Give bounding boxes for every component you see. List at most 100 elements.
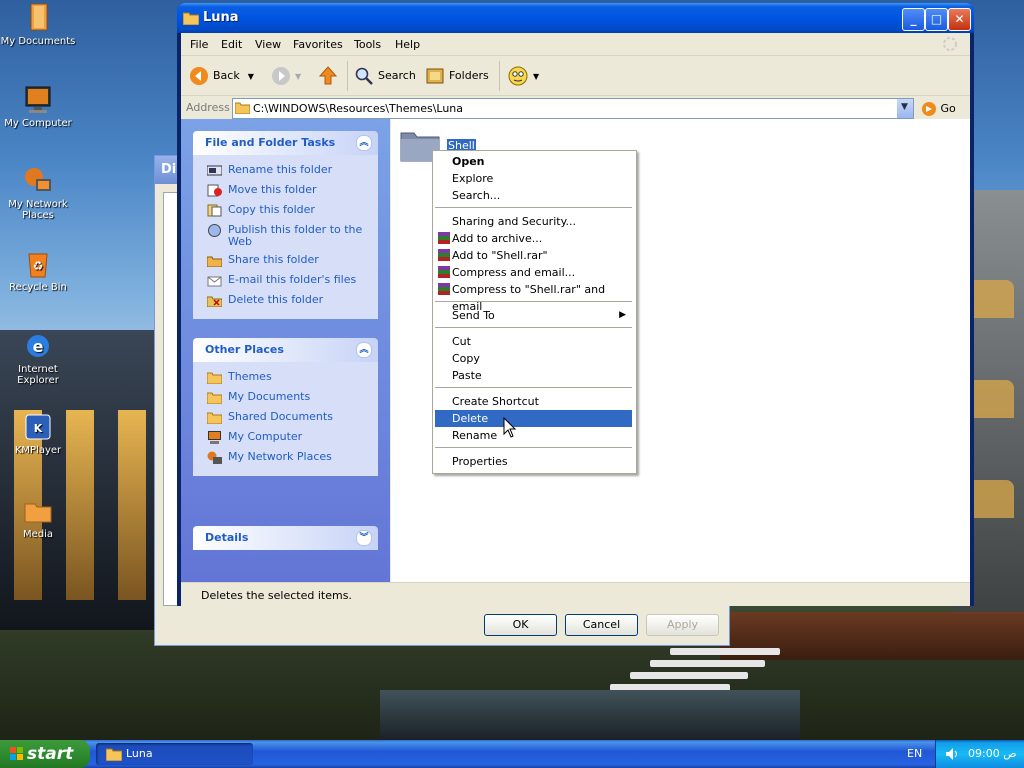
start-button[interactable]: start (0, 740, 90, 768)
panel-header[interactable]: Details ︾ (193, 526, 378, 550)
menu-tools[interactable]: Tools (354, 38, 381, 51)
place-shared-documents[interactable]: Shared Documents (193, 408, 378, 428)
back-button[interactable]: Back ▼ (189, 65, 254, 87)
desktop-icon-label: My Computer (4, 118, 72, 129)
menu-item-properties[interactable]: Properties (435, 453, 632, 470)
menu-item-rename[interactable]: Rename (435, 427, 632, 444)
network-places-icon (25, 168, 51, 191)
address-input[interactable]: C:\WINDOWS\Resources\Themes\Luna ▼ (232, 98, 914, 119)
address-dropdown[interactable]: ▼ (897, 99, 913, 118)
menu-item-add-to-archive[interactable]: Add to archive... (435, 230, 632, 247)
views-button[interactable]: ▼ (507, 65, 539, 87)
menu-help[interactable]: Help (395, 38, 420, 51)
address-value: C:\WINDOWS\Resources\Themes\Luna (253, 102, 464, 115)
desktop-icon-recycle-bin[interactable]: ♻ Recycle Bin (0, 248, 76, 293)
title-bar[interactable]: Luna _ □ ✕ (177, 3, 974, 33)
minimize-button[interactable]: _ (902, 8, 925, 31)
ok-button[interactable]: OK (484, 614, 557, 636)
pool (380, 690, 800, 740)
menu-item-create-shortcut[interactable]: Create Shortcut (435, 393, 632, 410)
panel-header[interactable]: Other Places ︽ (193, 338, 378, 362)
cancel-button[interactable]: Cancel (565, 614, 638, 636)
task-copy-folder[interactable]: Copy this folder (193, 201, 378, 221)
task-share-folder[interactable]: Share this folder (193, 251, 378, 271)
menu-favorites[interactable]: Favorites (293, 38, 343, 51)
menu-item-search[interactable]: Search... (435, 187, 632, 204)
menu-view[interactable]: View (255, 38, 281, 51)
chevron-down-icon[interactable]: ▼ (295, 72, 301, 81)
close-button[interactable]: ✕ (948, 8, 971, 31)
winrar-icon (438, 249, 450, 261)
go-button[interactable]: Go (921, 101, 956, 117)
network-places-icon (207, 451, 222, 464)
menu-item-compress-shell-rar-email[interactable]: Compress to "Shell.rar" and email (435, 281, 632, 313)
place-label: My Documents (228, 390, 311, 403)
recycle-bin-icon: ♻ (28, 253, 48, 278)
desktop-icon-network-places[interactable]: My Network Places (0, 165, 76, 221)
search-button[interactable]: Search (354, 65, 416, 87)
menu-item-sharing-security[interactable]: Sharing and Security... (435, 213, 632, 230)
task-publish-folder[interactable]: Publish this folder to the Web (193, 221, 378, 251)
folder-icon (207, 372, 222, 384)
menu-item-cut[interactable]: Cut (435, 333, 632, 350)
task-rename-folder[interactable]: Rename this folder (193, 161, 378, 181)
language-indicator[interactable]: EN (907, 747, 922, 760)
expand-icon[interactable]: ︾ (356, 530, 372, 546)
folders-button[interactable]: Folders (425, 65, 489, 87)
desktop-icon-kmplayer[interactable]: K KMPlayer (0, 411, 76, 456)
menu-item-add-to-shell-rar[interactable]: Add to "Shell.rar" (435, 247, 632, 264)
address-bar: Address C:\WINDOWS\Resources\Themes\Luna… (181, 96, 970, 120)
up-folder-icon (318, 66, 338, 85)
menu-item-delete[interactable]: Delete (435, 410, 632, 427)
windows-logo-icon (943, 37, 957, 51)
ie-icon: e (27, 335, 49, 357)
rename-icon (207, 165, 222, 176)
apply-button[interactable]: Apply (646, 614, 719, 636)
place-my-computer[interactable]: My Computer (193, 428, 378, 448)
place-network-places[interactable]: My Network Places (193, 448, 378, 468)
menu-file[interactable]: File (190, 38, 208, 51)
menu-item-send-to[interactable]: Send To ▶ (435, 307, 632, 324)
menu-bar: File Edit View Favorites Tools Help (181, 33, 970, 56)
status-bar: Deletes the selected items. (181, 582, 970, 606)
place-themes[interactable]: Themes (193, 368, 378, 388)
panel-header[interactable]: File and Folder Tasks ︽ (193, 131, 378, 155)
winrar-icon (438, 232, 450, 244)
clock[interactable]: 09:00 ص (968, 747, 1017, 760)
back-label: Back (213, 69, 240, 82)
menu-edit[interactable]: Edit (221, 38, 242, 51)
place-my-documents[interactable]: My Documents (193, 388, 378, 408)
menu-item-explore[interactable]: Explore (435, 170, 632, 187)
menu-item-compress-email[interactable]: Compress and email... (435, 264, 632, 281)
desktop-icon-media[interactable]: Media (0, 495, 76, 540)
menu-item-paste[interactable]: Paste (435, 367, 632, 384)
menu-item-copy[interactable]: Copy (435, 350, 632, 367)
maximize-button[interactable]: □ (925, 8, 948, 31)
desktop-icon-my-documents[interactable]: My Documents (0, 2, 76, 47)
task-label: Delete this folder (228, 293, 324, 306)
my-documents-icon (30, 3, 48, 31)
taskbar: start Luna EN 09:00 ص (0, 740, 1024, 768)
up-button[interactable] (317, 65, 343, 87)
menu-item-open[interactable]: Open (435, 153, 632, 170)
forward-button[interactable]: ▼ (271, 65, 301, 87)
task-move-folder[interactable]: Move this folder (193, 181, 378, 201)
task-label: Copy this folder (228, 203, 315, 216)
collapse-icon[interactable]: ︽ (356, 135, 372, 151)
chevron-down-icon[interactable]: ▼ (248, 72, 254, 81)
desktop-icon-internet-explorer[interactable]: e Internet Explorer (0, 330, 76, 386)
task-email-files[interactable]: E-mail this folder's files (193, 271, 378, 291)
taskbar-item-luna[interactable]: Luna (96, 743, 253, 765)
desktop-icon-my-computer[interactable]: My Computer (0, 84, 76, 129)
address-label: Address (186, 101, 230, 114)
email-icon (207, 276, 222, 287)
place-label: Themes (228, 370, 272, 383)
details-panel: Details ︾ (193, 526, 378, 550)
task-label: Move this folder (228, 183, 317, 196)
other-places-panel: Other Places ︽ Themes My Documents Shared… (193, 338, 378, 476)
task-delete-folder[interactable]: Delete this folder (193, 291, 378, 311)
panel-body: Rename this folder Move this folder Copy… (193, 155, 378, 319)
volume-icon[interactable] (944, 746, 960, 762)
collapse-icon[interactable]: ︽ (356, 342, 372, 358)
window-title: Luna (203, 10, 239, 25)
